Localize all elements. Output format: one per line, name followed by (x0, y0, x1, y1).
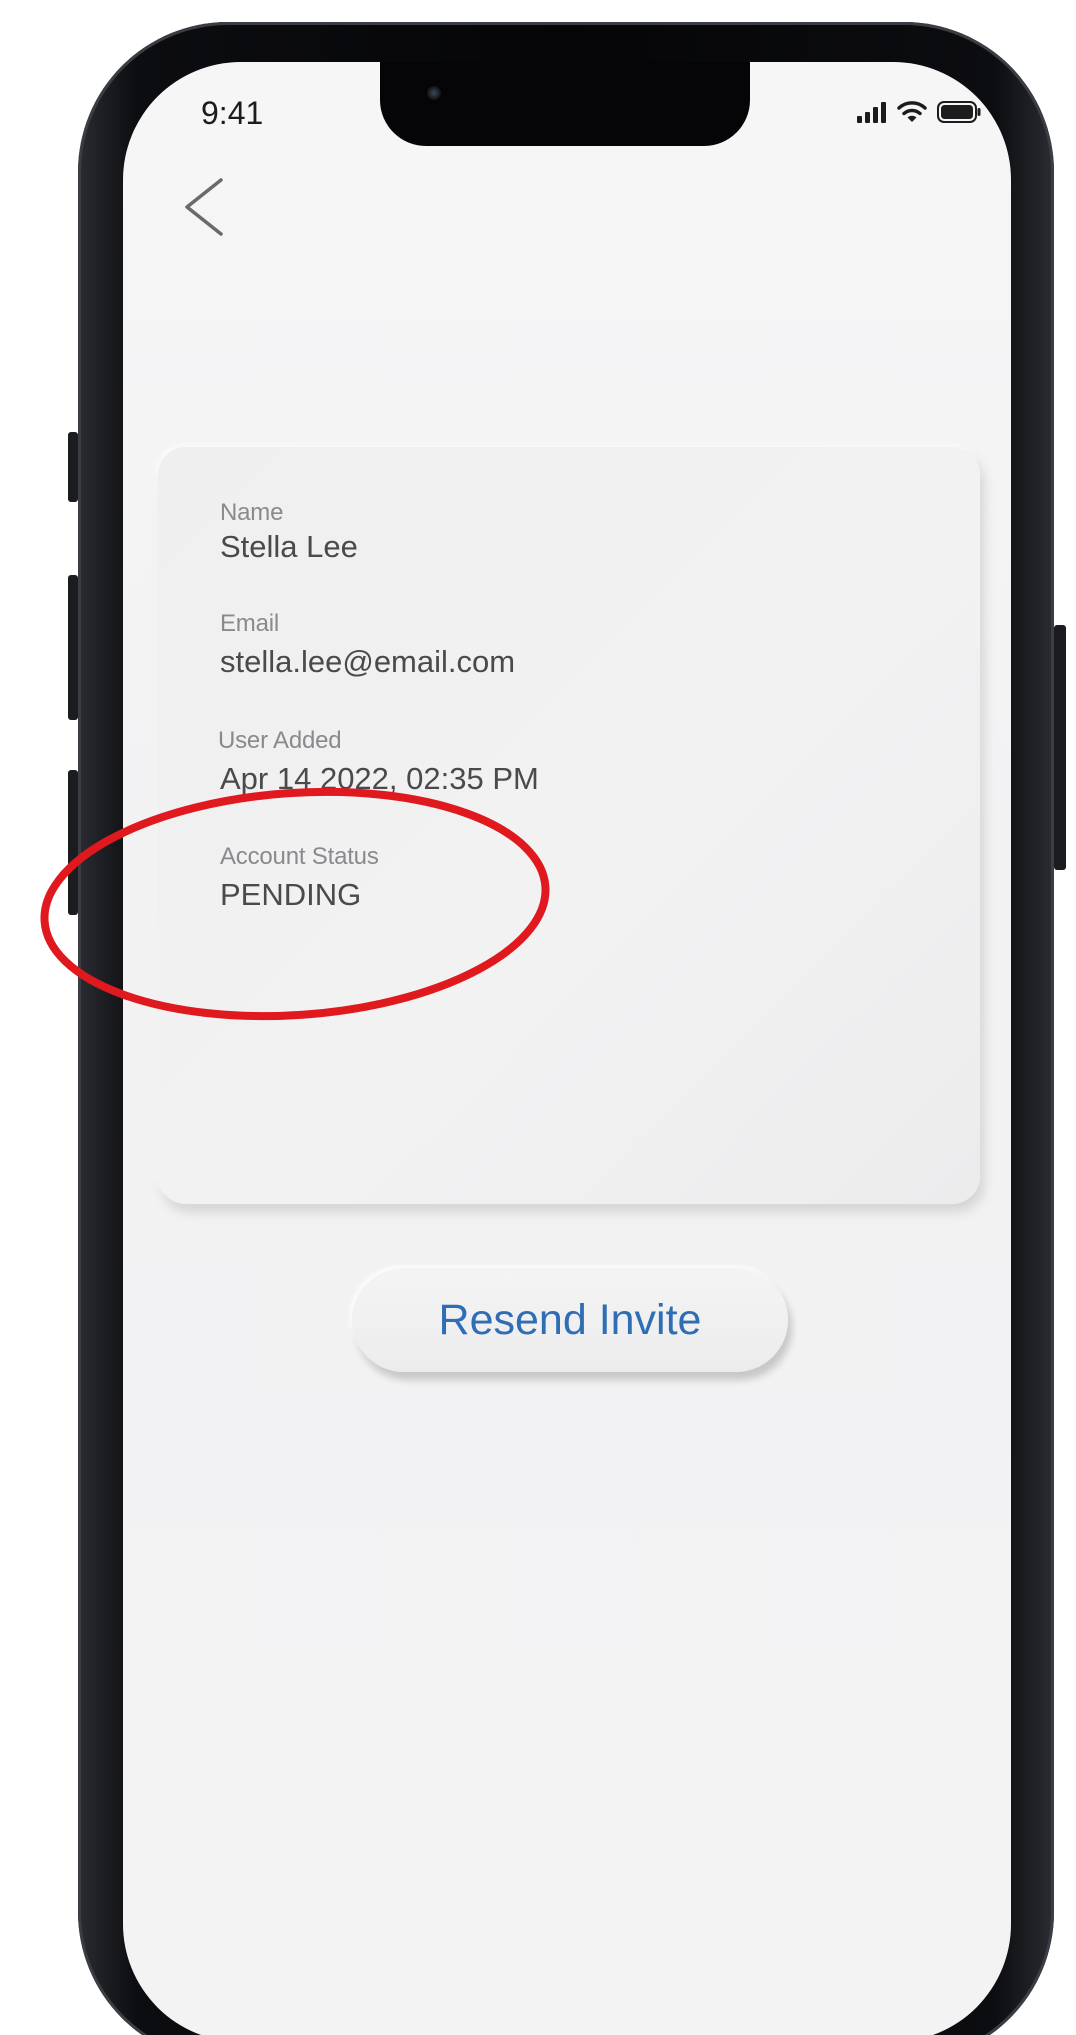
account-status-value: PENDING (220, 877, 362, 912)
name-label: Name (220, 499, 284, 526)
resend-invite-button[interactable]: Resend Invite (352, 1268, 788, 1372)
name-value: Stella Lee (220, 529, 358, 564)
front-camera (427, 86, 441, 100)
user-added-label: User Added (218, 727, 342, 754)
email-label: Email (220, 610, 280, 637)
volume-down-button (68, 770, 78, 915)
mockup-stage: 9:41 Name Stella Lee Email stella.lee@em… (0, 0, 1076, 2035)
signal-icon (857, 101, 887, 128)
back-button[interactable] (173, 172, 233, 242)
status-time: 9:41 (201, 95, 264, 131)
battery-icon (937, 101, 981, 128)
user-added-value: Apr 14 2022, 02:35 PM (220, 761, 539, 796)
notch (380, 62, 750, 146)
volume-up-button (68, 575, 78, 720)
chevron-left-icon (185, 178, 223, 236)
mute-switch (68, 432, 78, 502)
account-status-label: Account Status (220, 843, 379, 870)
email-value: stella.lee@email.com (220, 644, 516, 679)
phone-screen: 9:41 Name Stella Lee Email stella.lee@em… (123, 62, 1011, 2035)
user-details-card: Name Stella Lee Email stella.lee@email.c… (158, 447, 980, 1204)
wifi-icon (897, 100, 927, 129)
power-button (1054, 625, 1066, 870)
status-icons (857, 100, 981, 129)
